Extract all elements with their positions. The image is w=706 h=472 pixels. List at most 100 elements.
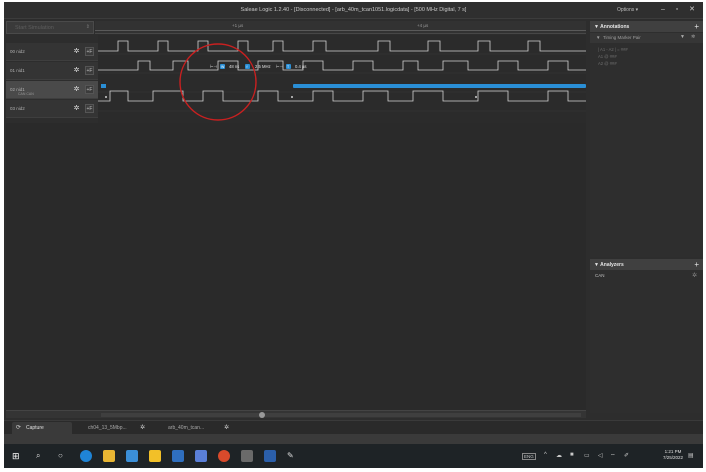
start-simulation-button[interactable]: Start Simulation ⇕	[6, 21, 94, 34]
timing-measurement: ⊢⊣ W 48 ns f 2.5 MHz ⊢⊣ T 0.4 µs	[210, 64, 307, 69]
can-decode-start	[101, 84, 106, 88]
tab-session-1[interactable]: ch04_13_5Mbp... ✲	[74, 422, 154, 434]
waveform-ch00	[98, 41, 586, 51]
tab-capture[interactable]: ⟳ Capture	[12, 422, 72, 434]
cloud-icon[interactable]: ☁	[556, 452, 562, 459]
svg-text:⊢⊣: ⊢⊣	[276, 64, 284, 69]
analyzers-title: ▼ Analyzers	[594, 262, 624, 268]
analyzers-panel: ▼ Analyzers + CAN ✲	[590, 259, 703, 413]
channel-row-02[interactable]: 02 nid1 CAN CAN ✲ +F	[6, 81, 98, 99]
analyzer-item[interactable]: CAN ✲	[590, 272, 703, 281]
scrollbar-thumb[interactable]	[259, 412, 265, 418]
battery-icon[interactable]: ▭	[584, 452, 590, 459]
word-icon[interactable]	[264, 450, 276, 462]
annotation-line: | A1 - A2 | = ###	[598, 47, 628, 52]
saleae-logic-icon[interactable]	[241, 450, 253, 462]
annotations-title: ▼ Annotations	[594, 24, 629, 30]
app-icon[interactable]	[218, 450, 230, 462]
store-icon[interactable]	[126, 450, 138, 462]
tab-settings-gear-icon[interactable]: ✲	[140, 422, 145, 434]
tab-label: ch04_13_5Mbp...	[88, 425, 127, 431]
tab-label: arb_40m_tcan...	[168, 425, 204, 431]
add-annotation-button[interactable]: +	[694, 21, 699, 32]
windows-taskbar: ⊞ ⌕ ○ ✎ ENG ^ ☁ ■ ▭ ◁ ⌔ ✐ 1:21 PM 7/25/2…	[4, 444, 703, 468]
start-simulation-label: Start Simulation	[15, 25, 54, 31]
language-indicator[interactable]: ENG	[522, 453, 536, 460]
tab-session-2[interactable]: arb_40m_tcan... ✲	[154, 422, 239, 434]
capture-icon: ⟳	[16, 422, 21, 434]
waveform-ch01	[98, 61, 586, 70]
app-icon[interactable]	[195, 450, 207, 462]
width-value: 48 ns	[229, 64, 239, 69]
channel-label: 03 nid2	[10, 106, 25, 111]
channel-row-01[interactable]: 01 nid1 ✲ +F	[6, 62, 98, 80]
tab-settings-gear-icon[interactable]: ✲	[224, 422, 229, 434]
channel-settings-gear-icon[interactable]: ✲	[72, 85, 81, 94]
channel-settings-gear-icon[interactable]: ✲	[72, 47, 81, 56]
scrollbar-track[interactable]	[101, 413, 581, 417]
minimize-button[interactable]: –	[658, 5, 668, 15]
channel-trigger-button[interactable]: +F	[85, 66, 94, 75]
channel-settings-gear-icon[interactable]: ✲	[72, 66, 81, 75]
clock-date: 7/25/2022	[663, 455, 683, 461]
timing-marker-pair-row[interactable]: ▼ Timing Marker Pair ▼ ✲	[590, 33, 703, 43]
svg-text:⊢⊣: ⊢⊣	[210, 64, 218, 69]
period-value: 0.4 µs	[295, 64, 307, 69]
timing-marker-pair-label: ▼ Timing Marker Pair	[596, 35, 641, 40]
waveform-ch02	[98, 91, 586, 101]
ruler-tick: +1 µs	[232, 23, 243, 28]
annotation-circle	[180, 44, 256, 120]
task-view-icon[interactable]: ○	[58, 450, 70, 462]
app-tray-icon[interactable]: ■	[570, 452, 574, 458]
channel-row-00[interactable]: 00 nid2 ✲ +F	[6, 43, 98, 61]
tab-label: Capture	[26, 425, 44, 431]
tray-chevron-icon[interactable]: ^	[544, 452, 547, 458]
pen-icon[interactable]: ✐	[624, 452, 629, 459]
network-icon[interactable]: ⌔	[610, 452, 616, 460]
analyzer-settings-gear-icon[interactable]: ✲	[692, 272, 697, 279]
channel-label: 00 nid2	[10, 49, 25, 54]
session-tabs: ⟳ Capture ch04_13_5Mbp... ✲ arb_40m_tcan…	[4, 420, 703, 434]
file-explorer-icon[interactable]	[103, 450, 115, 462]
ruler-baseline	[95, 30, 586, 31]
start-menu-icon[interactable]: ⊞	[12, 450, 24, 462]
annotation-settings-gear-icon[interactable]: ✲	[691, 34, 695, 40]
horizontal-scrollbar[interactable]	[6, 410, 586, 418]
analyzers-header[interactable]: ▼ Analyzers +	[590, 259, 703, 270]
start-options-arrow-icon[interactable]: ⇕	[86, 24, 90, 30]
options-menu-button[interactable]: Options ▾	[617, 7, 638, 13]
annotation-filter-icon[interactable]: ▼	[680, 34, 685, 40]
sticky-notes-icon[interactable]	[149, 450, 161, 462]
annotations-header[interactable]: ▼ Annotations +	[590, 21, 703, 32]
annotation-line: A1 @ ###	[598, 54, 617, 59]
annotation-line: A2 @ ###	[598, 61, 617, 66]
app-window: Saleae Logic 1.2.40 - [Disconnected] - […	[4, 2, 703, 468]
freq-marker: f	[247, 65, 248, 69]
analyzer-name: CAN	[595, 273, 605, 278]
notifications-icon[interactable]: ▤	[688, 452, 694, 459]
channel-trigger-button[interactable]: +F	[85, 85, 94, 94]
channel-analyzer-tag: CAN CAN	[18, 92, 34, 96]
app-icon[interactable]	[172, 450, 184, 462]
channel-trigger-button[interactable]: +F	[85, 104, 94, 113]
channel-settings-gear-icon[interactable]: ✲	[72, 104, 81, 113]
title-bar: Saleae Logic 1.2.40 - [Disconnected] - […	[4, 2, 703, 19]
channel-trigger-button[interactable]: +F	[85, 47, 94, 56]
add-analyzer-button[interactable]: +	[694, 259, 699, 270]
search-icon[interactable]: ⌕	[36, 450, 48, 462]
annotations-panel: ▼ Annotations + ▼ Timing Marker Pair ▼ ✲…	[590, 21, 703, 257]
time-ruler[interactable]: +1 µs +4 µs	[95, 21, 586, 34]
empty-trace-area	[6, 123, 586, 413]
app-icon[interactable]: ✎	[287, 450, 299, 462]
can-decode-bar	[293, 84, 586, 88]
close-button[interactable]: ✕	[687, 5, 697, 15]
channel-label: 01 nid1	[10, 68, 25, 73]
edge-icon[interactable]	[80, 450, 92, 462]
channel-row-03[interactable]: 03 nid2 ✲ +F	[6, 100, 98, 118]
volume-icon[interactable]: ◁	[598, 452, 603, 459]
waveform-area[interactable]: ⊢⊣ W 48 ns f 2.5 MHz ⊢⊣ T 0.4 µs	[98, 35, 586, 123]
window-title: Saleae Logic 1.2.40 - [Disconnected] - […	[4, 7, 703, 13]
ruler-tick: +4 µs	[417, 23, 428, 28]
restore-button[interactable]: ▫	[672, 5, 682, 15]
taskbar-clock[interactable]: 1:21 PM 7/25/2022	[663, 449, 683, 461]
